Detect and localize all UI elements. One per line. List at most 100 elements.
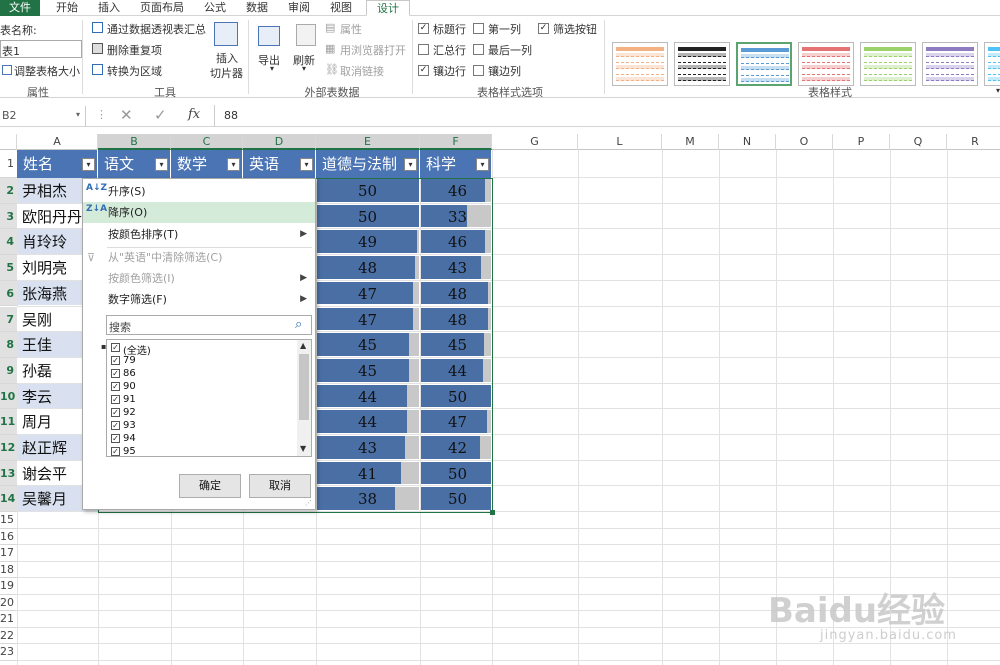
morals-score-cell[interactable]: 49 bbox=[358, 230, 377, 254]
export-dropdown-icon[interactable]: ▾ bbox=[270, 64, 274, 73]
table-style-swatch[interactable] bbox=[612, 42, 668, 86]
filter-search-input[interactable]: 搜索 bbox=[109, 319, 131, 335]
filter-checkbox[interactable]: ✓ bbox=[111, 434, 120, 443]
column-header-D[interactable]: D bbox=[243, 134, 316, 150]
filter-checkbox[interactable]: ✓ bbox=[111, 343, 120, 352]
row-header-8[interactable]: 8 bbox=[0, 332, 17, 358]
column-header-G[interactable]: G bbox=[492, 134, 578, 150]
banded-rows-checkbox[interactable]: ✓ bbox=[418, 65, 429, 76]
filter-checkbox[interactable]: ✓ bbox=[111, 356, 120, 365]
row-header-3[interactable]: 3 bbox=[0, 203, 17, 230]
morals-score-cell[interactable]: 38 bbox=[358, 487, 377, 511]
table-style-swatch[interactable] bbox=[984, 42, 1000, 86]
row-header-1[interactable]: 1 bbox=[0, 150, 17, 178]
row-header-7[interactable]: 7 bbox=[0, 306, 17, 333]
menu-sort-by-color[interactable]: 按颜色排序(T) ▶ bbox=[83, 224, 315, 245]
gallery-more-icon[interactable]: ▾ bbox=[996, 86, 1000, 95]
row-header-9[interactable]: 9 bbox=[0, 357, 17, 384]
table-style-swatch[interactable] bbox=[798, 42, 854, 86]
unlink-button[interactable]: 取消链接 bbox=[340, 63, 384, 79]
tab-data[interactable]: 数据 bbox=[238, 0, 276, 16]
tab-home[interactable]: 开始 bbox=[48, 0, 86, 16]
table-header-cell[interactable]: 英语 ▾ bbox=[243, 150, 316, 178]
morals-score-cell[interactable]: 47 bbox=[358, 308, 377, 332]
search-icon[interactable]: ⌕ bbox=[295, 317, 302, 332]
refresh-dropdown-icon[interactable]: ▾ bbox=[302, 64, 306, 73]
menu-sort-descending[interactable]: 降序(O) bbox=[83, 202, 315, 223]
table-header-cell[interactable]: 数学 ▾ bbox=[171, 150, 243, 178]
row-header-17[interactable]: 17 bbox=[0, 545, 17, 562]
open-in-browser-button[interactable]: 用浏览器打开 bbox=[340, 42, 406, 58]
filter-search-box[interactable]: 搜索 ⌕ bbox=[106, 315, 312, 335]
scroll-up-icon[interactable]: ▲ bbox=[300, 341, 306, 350]
total-row-checkbox[interactable] bbox=[418, 44, 429, 55]
science-score-cell[interactable]: 50 bbox=[448, 385, 467, 409]
column-header-B[interactable]: B bbox=[98, 134, 171, 150]
row-header-21[interactable]: 21 bbox=[0, 611, 17, 628]
science-score-cell[interactable]: 50 bbox=[448, 462, 467, 486]
science-score-cell[interactable]: 48 bbox=[448, 308, 467, 332]
row-header-15[interactable]: 15 bbox=[0, 512, 17, 529]
fx-icon[interactable]: fx bbox=[188, 107, 200, 122]
table-name-input[interactable]: 表1 bbox=[0, 40, 82, 58]
cancel-button[interactable]: 取消 bbox=[249, 474, 311, 498]
science-score-cell[interactable]: 46 bbox=[448, 179, 467, 203]
menu-clear-filter[interactable]: 从"英语"中清除筛选(C) bbox=[83, 247, 315, 268]
scroll-down-icon[interactable]: ▼ bbox=[300, 444, 306, 453]
tab-insert[interactable]: 插入 bbox=[90, 0, 128, 16]
row-header-14[interactable]: 14 bbox=[0, 486, 17, 513]
science-score-cell[interactable]: 45 bbox=[448, 333, 467, 357]
remove-duplicates-button[interactable]: 删除重复项 bbox=[107, 42, 162, 58]
table-style-swatch[interactable] bbox=[922, 42, 978, 86]
science-score-cell[interactable]: 33 bbox=[448, 205, 467, 229]
column-header-L[interactable]: L bbox=[578, 134, 662, 150]
morals-score-cell[interactable]: 50 bbox=[358, 205, 377, 229]
collapse-icon[interactable]: ▪ bbox=[101, 342, 106, 351]
morals-score-cell[interactable]: 50 bbox=[358, 179, 377, 203]
enter-icon[interactable]: ✓ bbox=[154, 106, 167, 124]
filter-checkbox[interactable]: ✓ bbox=[111, 395, 120, 404]
row-header-22[interactable]: 22 bbox=[0, 627, 17, 645]
filter-checkbox[interactable]: ✓ bbox=[111, 382, 120, 391]
column-header-P[interactable]: P bbox=[833, 134, 890, 150]
science-score-cell[interactable]: 46 bbox=[448, 230, 467, 254]
filter-dropdown-icon[interactable]: ▾ bbox=[227, 158, 240, 171]
column-header-N[interactable]: N bbox=[719, 134, 776, 150]
column-header-E[interactable]: E bbox=[316, 134, 420, 150]
filter-dropdown-icon[interactable]: ▾ bbox=[404, 158, 417, 171]
row-header-11[interactable]: 11 bbox=[0, 409, 17, 435]
name-box[interactable]: B2 ▾ bbox=[0, 106, 86, 126]
tab-review[interactable]: 审阅 bbox=[280, 0, 318, 16]
column-header-A[interactable]: A bbox=[17, 134, 98, 150]
row-header-2[interactable]: 2 bbox=[0, 178, 17, 204]
filter-dropdown-icon[interactable]: ▾ bbox=[476, 158, 489, 171]
first-column-checkbox[interactable] bbox=[473, 23, 484, 34]
last-column-checkbox[interactable] bbox=[473, 44, 484, 55]
morals-score-cell[interactable]: 48 bbox=[358, 256, 377, 280]
cancel-icon[interactable]: ✕ bbox=[120, 106, 133, 124]
filter-checkbox[interactable]: ✓ bbox=[111, 369, 120, 378]
row-header-23[interactable]: 23 bbox=[0, 644, 17, 661]
properties-button[interactable]: 属性 bbox=[340, 21, 362, 37]
filter-checkbox[interactable]: ✓ bbox=[111, 408, 120, 417]
science-score-cell[interactable]: 50 bbox=[448, 487, 467, 511]
resize-table-button[interactable]: 调整表格大小 bbox=[14, 63, 80, 79]
morals-score-cell[interactable]: 44 bbox=[358, 385, 377, 409]
table-header-cell[interactable]: 科学 ▾ bbox=[420, 150, 492, 178]
filter-checkbox[interactable]: ✓ bbox=[111, 447, 120, 456]
scroll-thumb[interactable] bbox=[299, 354, 309, 420]
row-header-18[interactable]: 18 bbox=[0, 561, 17, 579]
export-button[interactable]: 导出 bbox=[258, 52, 280, 68]
column-header-O[interactable]: O bbox=[776, 134, 833, 150]
header-row-checkbox[interactable]: ✓ bbox=[418, 23, 429, 34]
science-score-cell[interactable]: 44 bbox=[448, 359, 467, 383]
morals-score-cell[interactable]: 47 bbox=[358, 282, 377, 306]
morals-score-cell[interactable]: 43 bbox=[358, 436, 377, 460]
column-header-C[interactable]: C bbox=[171, 134, 243, 150]
column-header-F[interactable]: F bbox=[420, 134, 492, 150]
name-box-dropdown-icon[interactable]: ▾ bbox=[76, 110, 80, 119]
table-style-swatch[interactable] bbox=[736, 42, 792, 86]
select-all-corner[interactable] bbox=[0, 134, 17, 150]
table-style-swatch[interactable] bbox=[860, 42, 916, 86]
morals-score-cell[interactable]: 44 bbox=[358, 410, 377, 434]
